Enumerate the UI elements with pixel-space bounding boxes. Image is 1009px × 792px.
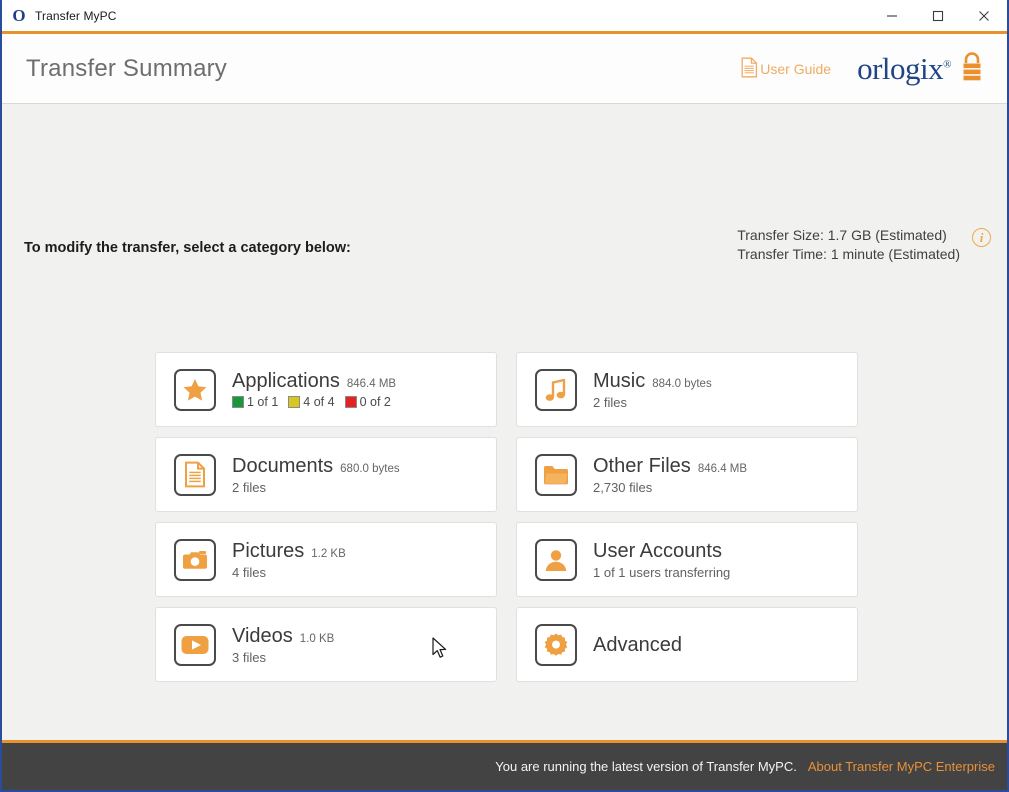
minimize-button[interactable] [869,0,915,31]
category-tiles-grid: Applications 846.4 MB 1 of 1 4 of 4 [155,352,858,682]
tile-text-advanced: Advanced [593,634,689,656]
window-title: Transfer MyPC [35,9,117,23]
tile-name: Applications [232,370,340,392]
status-yellow-label: 4 of 4 [303,395,334,409]
tile-size: 846.4 MB [698,463,747,475]
status-swatch-yellow [288,396,300,408]
instruction-text: To modify the transfer, select a categor… [24,240,351,256]
tile-title-row: User Accounts [593,540,730,562]
padlock-icon [959,50,985,87]
transfer-size-text: Transfer Size: 1.7 GB (Estimated) [737,226,960,245]
transfer-time-text: Transfer Time: 1 minute (Estimated) [737,245,960,264]
page-title: Transfer Summary [26,55,741,83]
tile-name: Documents [232,455,333,477]
tile-name: User Accounts [593,540,722,562]
tile-subtitle: 2,730 files [593,480,747,495]
about-link[interactable]: About Transfer MyPC Enterprise [808,759,995,774]
gear-icon [535,624,577,666]
category-tile-advanced[interactable]: Advanced [516,607,858,682]
window-controls [869,0,1007,31]
tile-title-row: Videos 1.0 KB [232,625,334,647]
close-icon [978,10,990,22]
tile-subtitle: 3 files [232,650,334,665]
play-button-icon [174,624,216,666]
tile-text-pictures: Pictures 1.2 KB 4 files [232,540,346,580]
content-area: To modify the transfer, select a categor… [2,104,1007,740]
tile-title-row: Music 884.0 bytes [593,370,712,392]
user-guide-label: User Guide [760,61,831,77]
star-icon [174,369,216,411]
brand-logo: orlogix® [857,50,985,87]
category-tile-pictures[interactable]: Pictures 1.2 KB 4 files [155,522,497,597]
user-guide-link[interactable]: User Guide [741,57,831,81]
tile-name: Advanced [593,634,682,656]
status-green: 1 of 1 [232,395,278,409]
tile-name: Pictures [232,540,304,562]
tile-subtitle: 4 files [232,565,346,580]
document-icon [741,57,758,81]
tile-title-row: Other Files 846.4 MB [593,455,747,477]
brand-name-text: orlogix [857,51,943,86]
brand-name: orlogix® [857,53,951,84]
user-icon [535,539,577,581]
tile-subtitle: 2 files [593,395,712,410]
maximize-button[interactable] [915,0,961,31]
tile-text-videos: Videos 1.0 KB 3 files [232,625,334,665]
transfer-info-panel: Transfer Size: 1.7 GB (Estimated) Transf… [737,226,991,264]
camera-icon [174,539,216,581]
close-button[interactable] [961,0,1007,31]
category-tile-applications[interactable]: Applications 846.4 MB 1 of 1 4 of 4 [155,352,497,427]
tile-name: Music [593,370,645,392]
info-icon[interactable]: i [972,228,991,247]
category-tile-videos[interactable]: Videos 1.0 KB 3 files [155,607,497,682]
transfer-estimates: Transfer Size: 1.7 GB (Estimated) Transf… [737,226,960,264]
page-header: Transfer Summary User Guide [2,34,1007,104]
tile-subtitle: 1 of 1 users transferring [593,565,730,580]
status-red-label: 0 of 2 [360,395,391,409]
tile-text-user-accounts: User Accounts 1 of 1 users transferring [593,540,730,580]
category-tile-music[interactable]: Music 884.0 bytes 2 files [516,352,858,427]
music-note-icon [535,369,577,411]
document-icon [174,454,216,496]
status-swatch-green [232,396,244,408]
tile-size: 680.0 bytes [340,463,399,475]
tile-text-applications: Applications 846.4 MB 1 of 1 4 of 4 [232,370,396,409]
status-swatch-red [345,396,357,408]
category-tile-other-files[interactable]: Other Files 846.4 MB 2,730 files [516,437,858,512]
tile-title-row: Applications 846.4 MB [232,370,396,392]
tile-status-row: 1 of 1 4 of 4 0 of 2 [232,395,396,409]
tile-size: 1.0 KB [300,633,335,645]
status-green-label: 1 of 1 [247,395,278,409]
application-window: O Transfer MyPC Transfer Summary [0,0,1009,792]
header-right-group: User Guide orlogix® [741,50,985,87]
tile-name: Other Files [593,455,691,477]
minimize-icon [886,10,898,22]
folder-icon [535,454,577,496]
brand-registered-mark: ® [943,59,951,71]
footer-status-text: You are running the latest version of Tr… [495,759,797,774]
tile-size: 884.0 bytes [652,378,711,390]
category-tile-user-accounts[interactable]: User Accounts 1 of 1 users transferring [516,522,858,597]
app-logo-icon: O [11,8,27,24]
footer-bar: You are running the latest version of Tr… [2,740,1007,790]
tile-text-music: Music 884.0 bytes 2 files [593,370,712,410]
tile-name: Videos [232,625,293,647]
tile-subtitle: 2 files [232,480,400,495]
tile-size: 846.4 MB [347,378,396,390]
tile-title-row: Pictures 1.2 KB [232,540,346,562]
tile-size: 1.2 KB [311,548,346,560]
maximize-icon [932,10,944,22]
title-bar: O Transfer MyPC [2,0,1007,34]
status-yellow: 4 of 4 [288,395,334,409]
tile-title-row: Documents 680.0 bytes [232,455,400,477]
tile-title-row: Advanced [593,634,689,656]
tile-text-other-files: Other Files 846.4 MB 2,730 files [593,455,747,495]
category-tile-documents[interactable]: Documents 680.0 bytes 2 files [155,437,497,512]
status-red: 0 of 2 [345,395,391,409]
tile-text-documents: Documents 680.0 bytes 2 files [232,455,400,495]
